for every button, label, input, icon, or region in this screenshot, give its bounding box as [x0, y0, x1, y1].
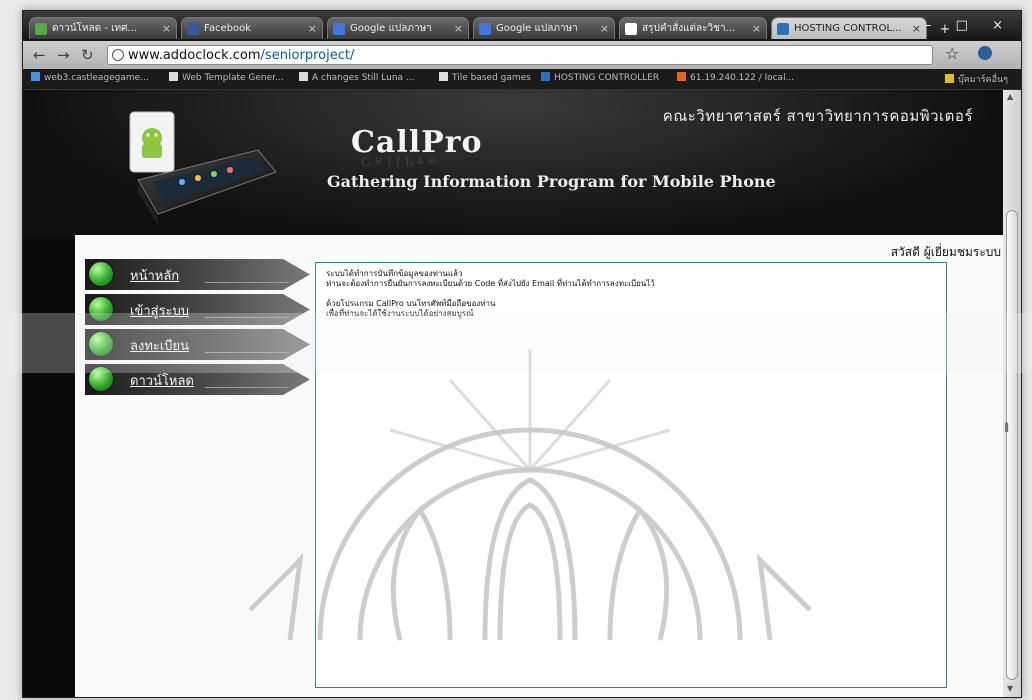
tab-label: Google แปลภาษา — [496, 23, 578, 34]
vertical-scrollbar[interactable]: ▲ ▼ — [1003, 90, 1021, 697]
translate-favicon-icon — [479, 23, 491, 35]
menu-item-label[interactable]: หน้าหลัก — [130, 265, 179, 286]
page-body: สวัสดี ผู้เยี่ยมชมระบบ หน้าหลัก เข้าสู่ร… — [75, 235, 1003, 697]
bookmark-item[interactable]: 61.19.240.122 / local... — [677, 72, 794, 83]
greeting-text: สวัสดี ผู้เยี่ยมชมระบบ — [890, 245, 1001, 259]
bookmark-item[interactable]: Tile based games — [439, 72, 531, 83]
message-line: เพื่อที่ท่านจะได้ใช้งานระบบได้อย่างสมบูร… — [326, 309, 474, 318]
bookmark-star-icon[interactable]: ☆ — [945, 44, 959, 63]
translate-favicon-icon — [333, 23, 345, 35]
url-domain: www.addoclock.com — [128, 48, 261, 63]
tab-label: สรุปคำสั่งแต่ละวิชา... — [642, 23, 736, 34]
page-icon — [169, 72, 178, 81]
close-tab-icon[interactable]: × — [912, 18, 921, 39]
green-bullet-icon — [89, 332, 113, 356]
menu-item-label[interactable]: เข้าสู่ระบบ — [130, 300, 189, 321]
window-controls[interactable]: – □ × — [925, 18, 1013, 33]
close-tab-icon[interactable]: × — [162, 18, 171, 39]
message-line: ท่านจะต้องทำการยืนยันการลงทะเบียนด้วย Co… — [326, 279, 655, 288]
tab-label: ดาวน์โหลด - เทศ... — [52, 23, 138, 34]
menu-item-register[interactable]: ลงทะเบียน — [85, 329, 310, 360]
bookmarks-bar: web3.castleagegame... Web Template Gener… — [23, 69, 1021, 90]
menu-item-label[interactable]: ดาวน์โหลด — [130, 370, 194, 391]
bookmark-item[interactable]: Web Template Gener... — [169, 72, 284, 83]
site-brand-reflection: CallPro — [361, 154, 442, 168]
tab-label: HOSTING CONTROL... — [794, 23, 902, 34]
forward-arrow-icon[interactable]: → — [57, 46, 70, 64]
android-favicon-icon — [35, 23, 47, 35]
page-icon — [299, 72, 308, 81]
hosting-favicon-icon — [541, 72, 550, 81]
scroll-marker: ▐ — [1002, 423, 1009, 432]
faculty-title: คณะวิทยาศาสตร์ สาขาวิทยาการคอมพิวเตอร์ — [662, 107, 973, 125]
other-bookmarks[interactable]: บุ๊คมาร์คอื่นๆ — [945, 72, 1008, 86]
menu-divider — [205, 317, 289, 318]
tab-google-translate-1[interactable]: Google แปลภาษา × — [327, 17, 469, 39]
url-path: /seniorproject/ — [260, 48, 355, 63]
folder-icon — [945, 74, 954, 83]
phpmyadmin-icon — [677, 72, 686, 81]
scroll-up-arrow-icon[interactable]: ▲ — [1007, 92, 1013, 101]
site-tagline: Gathering Information Program for Mobile… — [327, 172, 776, 191]
menu-item-label[interactable]: ลงทะเบียน — [130, 335, 189, 356]
page-favicon-icon — [625, 23, 637, 35]
main-menu: หน้าหลัก เข้าสู่ระบบ ลงทะเบียน ดาวน์โหลด — [85, 259, 310, 399]
scroll-down-arrow-icon[interactable]: ▼ — [1007, 684, 1013, 693]
message-panel: ระบบได้ทำการบันทึกข้อมูลของท่านแล้ว ท่าน… — [315, 262, 947, 688]
wrench-menu-icon[interactable] — [978, 46, 992, 60]
message-line: ระบบได้ทำการบันทึกข้อมูลของท่านแล้ว — [326, 269, 463, 278]
tab-google-translate-2[interactable]: Google แปลภาษา × — [473, 17, 615, 39]
bookmark-favicon-icon — [31, 72, 40, 81]
message-line: ด้วยโปรแกรม CallPro บนโทรศัพท์มือถือของท… — [326, 299, 496, 308]
tab-label: Facebook — [204, 23, 251, 34]
close-tab-icon[interactable]: × — [600, 18, 609, 39]
tab-facebook[interactable]: Facebook × — [181, 17, 323, 39]
tab-strip: ดาวน์โหลด - เทศ... × Facebook × Google แ… — [23, 11, 1021, 41]
bookmark-item[interactable]: HOSTING CONTROLLER — [541, 72, 659, 83]
green-bullet-icon — [89, 367, 113, 391]
tab-hosting-control[interactable]: HOSTING CONTROL... × — [771, 17, 927, 39]
bookmark-item[interactable]: web3.castleagegame... — [31, 72, 149, 83]
bookmark-item[interactable]: A changes Still Luna ... — [299, 72, 415, 83]
tab-summary[interactable]: สรุปคำสั่งแต่ละวิชา... × — [619, 17, 767, 39]
menu-item-download[interactable]: ดาวน์โหลด — [85, 364, 310, 395]
hosting-favicon-icon — [777, 23, 789, 35]
back-arrow-icon[interactable]: ← — [33, 46, 46, 64]
close-tab-icon[interactable]: × — [454, 18, 463, 39]
menu-divider — [205, 282, 289, 283]
green-bullet-icon — [89, 297, 113, 321]
page-viewport: คณะวิทยาศาสตร์ สาขาวิทยาการคอมพิวเตอร์ C… — [23, 90, 1003, 697]
page-icon — [439, 72, 448, 81]
site-header: คณะวิทยาศาสตร์ สาขาวิทยาการคอมพิวเตอร์ C… — [23, 90, 1003, 238]
menu-divider — [205, 387, 289, 388]
facebook-favicon-icon — [187, 23, 199, 35]
browser-window: ดาวน์โหลด - เทศ... × Facebook × Google แ… — [22, 10, 1022, 698]
scroll-thumb[interactable] — [1006, 210, 1018, 680]
globe-icon — [112, 49, 124, 61]
reload-icon[interactable]: ↻ — [81, 46, 94, 64]
close-tab-icon[interactable]: × — [752, 18, 761, 39]
green-bullet-icon — [89, 262, 113, 286]
browser-toolbar: ← → ↻ www.addoclock.com/seniorproject/ ☆ — [23, 41, 1021, 69]
menu-item-login[interactable]: เข้าสู่ระบบ — [85, 294, 310, 325]
tab-label: Google แปลภาษา — [350, 23, 432, 34]
close-tab-icon[interactable]: × — [308, 18, 317, 39]
tab-download[interactable]: ดาวน์โหลด - เทศ... × — [29, 17, 177, 39]
menu-divider — [205, 352, 289, 353]
address-bar[interactable]: www.addoclock.com/seniorproject/ — [107, 45, 933, 65]
android-phone-icon — [129, 111, 277, 225]
menu-item-home[interactable]: หน้าหลัก — [85, 259, 310, 290]
